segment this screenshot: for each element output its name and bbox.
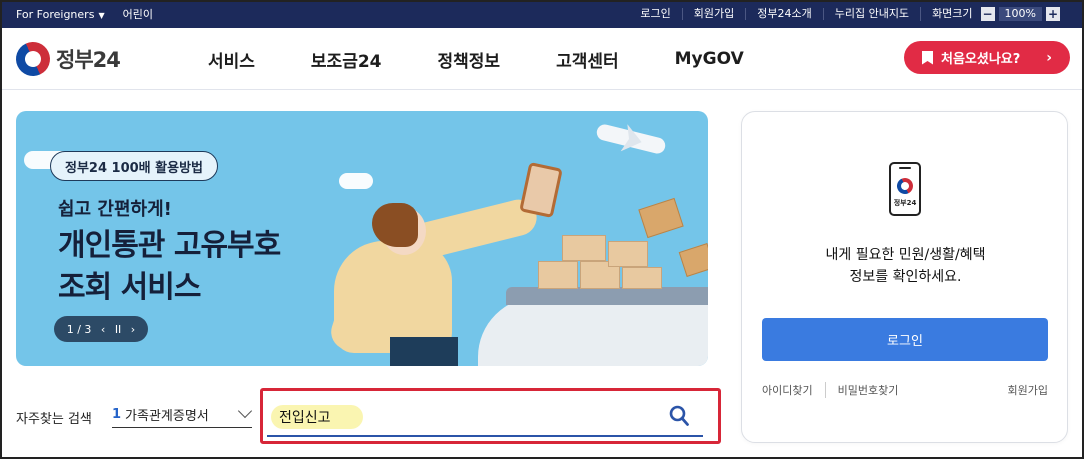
search-row: 자주찾는 검색 1 가족관계증명서 전입신고 <box>16 388 721 444</box>
login-link[interactable]: 로그인 <box>629 8 681 20</box>
banner-headline-line2: 조회 서비스 <box>58 270 201 305</box>
zoom-control: 화면크기 − 100% + <box>920 7 1060 21</box>
device-speaker <box>899 167 911 169</box>
person-legs-illustration <box>390 337 458 366</box>
next-slide-button[interactable]: › <box>131 323 135 336</box>
sitemap-link[interactable]: 누리집 안내지도 <box>822 8 920 20</box>
for-foreigners-menu[interactable]: For Foreigners ▼ <box>16 8 105 21</box>
utility-bar: For Foreigners ▼ 어린이 로그인 회원가입 정부24소개 누리집 … <box>0 0 1084 28</box>
signup-link[interactable]: 회원가입 <box>1008 382 1048 398</box>
login-prompt-line1: 내게 필요한 민원/생활/혜택 <box>825 247 986 263</box>
search-box: 전입신고 <box>260 388 721 444</box>
signup-link[interactable]: 회원가입 <box>681 8 745 20</box>
frequent-rank: 1 <box>112 407 122 422</box>
phone-illustration <box>519 162 563 218</box>
banner-pager: 1 / 3 ‹ II › <box>54 316 148 342</box>
pager-index: 1 / 3 <box>66 322 92 336</box>
account-links: 아이디찾기 비밀번호찾기 회원가입 <box>762 382 1048 398</box>
chevron-right-icon: › <box>1046 49 1052 66</box>
banner-headline: 개인통관 고유부호 조회 서비스 <box>58 225 281 309</box>
about-link[interactable]: 정부24소개 <box>745 8 822 20</box>
gov24-logo[interactable]: 정부24 <box>10 36 121 82</box>
pause-button[interactable]: II <box>115 323 122 336</box>
nav-services[interactable]: 서비스 <box>208 47 255 72</box>
kids-link[interactable]: 어린이 <box>123 6 153 22</box>
nav-mygov[interactable]: MyGOV <box>675 49 744 69</box>
container-illustration <box>622 267 662 289</box>
main-header: 정부24 서비스 보조금24 정책정보 고객센터 MyGOV 처음오셨나요? › <box>0 28 1084 90</box>
device-label: 정부24 <box>893 199 917 207</box>
cloud-illustration <box>339 173 373 189</box>
nav-subsidy24[interactable]: 보조금24 <box>311 47 382 72</box>
login-prompt: 내게 필요한 민원/생활/혜택 정보를 확인하세요. <box>742 244 1069 288</box>
prev-slide-button[interactable]: ‹ <box>101 323 105 336</box>
cargo-ship-illustration <box>478 297 708 366</box>
banner-tag: 정부24 100배 활용방법 <box>50 151 218 181</box>
first-visit-button[interactable]: 처음오셨나요? › <box>904 41 1070 74</box>
caret-down-icon: ▼ <box>98 10 105 20</box>
person-hair-illustration <box>372 203 418 247</box>
ship-deck-illustration <box>506 287 708 305</box>
nav-customer-center[interactable]: 고객센터 <box>556 47 619 72</box>
zoom-label: 화면크기 <box>932 7 973 20</box>
search-icon[interactable] <box>669 405 689 427</box>
promo-banner[interactable]: 정부24 100배 활용방법 쉽고 간편하게! 개인통관 고유부호 조회 서비스… <box>16 111 708 366</box>
banner-subtitle: 쉽고 간편하게! <box>58 199 172 220</box>
container-illustration <box>608 241 648 267</box>
frequent-search-value: 가족관계증명서 <box>125 409 209 424</box>
zoom-in-button[interactable]: + <box>1046 7 1060 21</box>
search-query: 전입신고 <box>279 410 331 426</box>
zoom-out-button[interactable]: − <box>980 7 995 21</box>
nav-policy[interactable]: 정책정보 <box>438 47 501 72</box>
first-visit-label: 처음오셨나요? <box>941 52 1021 67</box>
parcel-box-illustration <box>638 197 684 239</box>
bookmark-icon <box>922 50 933 65</box>
taegeuk-icon <box>10 36 56 82</box>
main-nav: 서비스 보조금24 정책정보 고객센터 MyGOV <box>208 28 800 90</box>
chevron-down-icon <box>237 403 253 419</box>
search-input[interactable]: 전입신고 <box>267 395 703 437</box>
login-prompt-line2: 정보를 확인하세요. <box>849 269 962 285</box>
frequent-search-label: 자주찾는 검색 <box>16 412 92 427</box>
parcel-box-illustration <box>678 243 708 277</box>
login-button[interactable]: 로그인 <box>762 318 1048 361</box>
find-id-link[interactable]: 아이디찾기 <box>762 382 826 398</box>
mobile-device-icon: 정부24 <box>889 162 921 216</box>
for-foreigners-label: For Foreigners <box>16 7 95 21</box>
frequent-search-select[interactable]: 1 가족관계증명서 <box>112 402 253 428</box>
container-illustration <box>562 235 606 261</box>
find-password-link[interactable]: 비밀번호찾기 <box>826 382 899 398</box>
logo-text: 정부24 <box>56 48 121 72</box>
taegeuk-icon <box>894 175 916 197</box>
banner-headline-line1: 개인통관 고유부호 <box>58 228 281 263</box>
container-illustration <box>538 261 578 289</box>
zoom-value: 100% <box>998 7 1042 21</box>
login-card: 정부24 내게 필요한 민원/생활/혜택 정보를 확인하세요. 로그인 아이디찾… <box>741 111 1068 443</box>
